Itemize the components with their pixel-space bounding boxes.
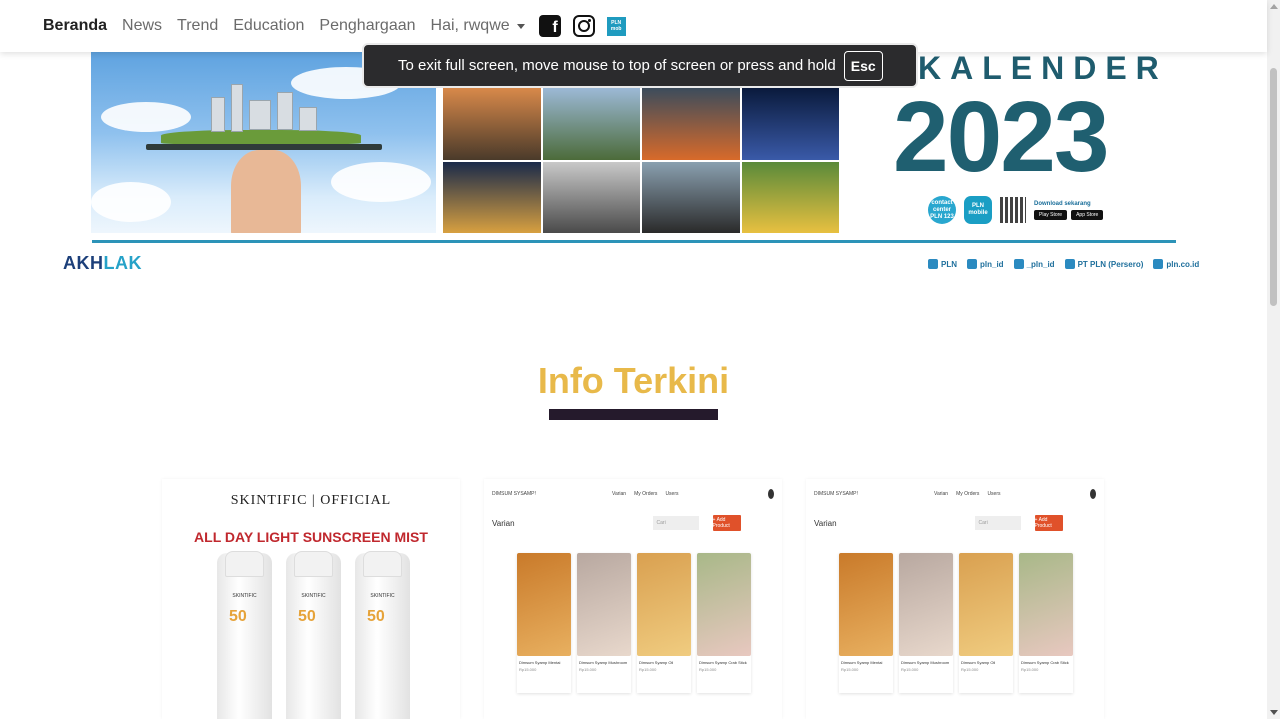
facebook-icon[interactable]: f xyxy=(538,15,561,37)
news-cards: SKINTIFIC | OFFICIAL ALL DAY LIGHT SUNSC… xyxy=(162,479,1104,719)
fullscreen-message: To exit full screen, move mouse to top o… xyxy=(398,57,836,74)
banner-divider xyxy=(92,240,1176,243)
instagram-icon[interactable] xyxy=(572,15,595,37)
nav-penghargaan[interactable]: Penghargaan xyxy=(319,17,415,35)
banner-social-handles: PLN pln_id _pln_id PT PLN (Persero) pln.… xyxy=(928,259,1199,269)
facebook-icon xyxy=(928,259,938,269)
news-card-dimsum-1[interactable]: DIMSUM SYSAMP! Varian My Orders Users Vari… xyxy=(484,479,782,719)
banner-year: 2023 xyxy=(893,81,1109,193)
play-store-badge: Play Store xyxy=(1034,209,1068,220)
globe-icon xyxy=(1153,259,1164,269)
nav-education[interactable]: Education xyxy=(233,17,304,35)
pln-mobile-app-icon: PLN mobile xyxy=(964,196,992,224)
app-store-badge: App Store xyxy=(1071,209,1104,220)
scroll-up-icon[interactable] xyxy=(1270,4,1278,9)
qr-code-icon xyxy=(1000,197,1026,223)
nav-news[interactable]: News xyxy=(122,17,162,35)
akhlak-logo: AKHLAK xyxy=(63,253,142,273)
instagram-icon xyxy=(967,259,977,269)
nav-trend[interactable]: Trend xyxy=(177,17,218,35)
card-promo-title: ALL DAY LIGHT SUNSCREEN MIST xyxy=(194,529,428,545)
user-dropdown[interactable]: Hai, rwqwe xyxy=(431,17,525,35)
youtube-icon xyxy=(1064,259,1075,269)
news-card-dimsum-2[interactable]: DIMSUM SYSAMP! Varian My Orders Users Vari… xyxy=(806,479,1104,719)
scrollbar-thumb[interactable] xyxy=(1270,68,1277,306)
pln-mobile-icon[interactable]: PLN mob xyxy=(606,16,626,36)
news-card-skintific[interactable]: SKINTIFIC | OFFICIAL ALL DAY LIGHT SUNSC… xyxy=(162,479,460,719)
esc-key-badge: Esc xyxy=(843,50,883,81)
banner-apps: contact center PLN 123 PLN mobile Downlo… xyxy=(928,196,1104,224)
section-underline xyxy=(549,409,718,420)
nav-beranda[interactable]: Beranda xyxy=(43,17,107,35)
avatar xyxy=(768,489,774,499)
user-greeting: Hai, rwqwe xyxy=(430,17,510,34)
banner-photo-grid xyxy=(443,88,839,233)
chevron-down-icon xyxy=(516,23,525,29)
scroll-down-icon[interactable] xyxy=(1270,710,1278,715)
card-brand: SKINTIFIC | OFFICIAL xyxy=(230,493,392,508)
fullscreen-exit-notice: To exit full screen, move mouse to top o… xyxy=(362,43,918,88)
section-title: Info Terkini xyxy=(537,360,730,401)
page-scrollbar[interactable] xyxy=(1267,0,1280,719)
contact-center-icon: contact center PLN 123 xyxy=(928,196,956,224)
twitter-icon xyxy=(1013,259,1024,269)
download-text: Download sekarang xyxy=(1034,200,1091,207)
page: Beranda News Trend Education Penghargaan… xyxy=(0,0,1280,719)
avatar xyxy=(1090,489,1096,499)
sunscreen-bottles-image: SKINTIFIC 50 SKINTIFIC 50 SKINTIFIC 50 xyxy=(217,551,410,719)
